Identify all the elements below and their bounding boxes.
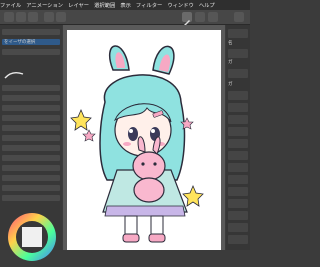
menu-file[interactable]: ファイル [0,1,21,9]
layer-row-12[interactable] [228,235,248,244]
right-row-2[interactable] [228,69,248,78]
layer-row-0[interactable] [228,91,248,100]
menu-animation[interactable]: アニメーション [26,1,63,9]
new-button[interactable] [4,12,14,22]
left-row-11[interactable] [2,165,60,171]
brush-preview [4,65,24,79]
menu-bar: ファイル アニメーション レイヤー 選択範囲 表示 フィルター ウィンドウ ヘル… [0,0,250,10]
left-row-8[interactable] [2,135,60,141]
right-panel: 名 ガ ガ [226,25,250,250]
layer-row-6[interactable] [228,163,248,172]
menu-help[interactable]: ヘルプ [199,1,215,9]
left-row-0[interactable] [2,29,60,35]
left-row-9[interactable] [2,145,60,151]
open-button[interactable] [16,12,26,22]
layer-row-7[interactable] [228,175,248,184]
layer-row-1[interactable] [228,103,248,112]
right-label-2: ガ [228,82,233,87]
left-row-2[interactable] [2,49,60,55]
color-wheel[interactable] [6,211,58,263]
canvas-area[interactable] [63,25,225,250]
menu-view[interactable]: 表示 [120,1,131,9]
left-row-13[interactable] [2,185,60,191]
right-label-0: 名 [228,41,233,46]
drawing-canvas[interactable] [67,30,221,250]
menu-filter[interactable]: フィルター [136,1,162,9]
pen-tool-icon[interactable] [182,12,192,26]
save-button[interactable] [28,12,38,22]
layer-row-9[interactable] [228,199,248,208]
menu-layer[interactable]: レイヤー [68,1,89,9]
layer-row-2[interactable] [228,115,248,124]
left-row-10[interactable] [2,155,60,161]
right-row-0[interactable] [228,29,248,38]
layer-row-5[interactable] [228,151,248,160]
menu-selection[interactable]: 選択範囲 [94,1,115,9]
fill-tool-icon[interactable] [208,12,218,22]
left-row-6[interactable] [2,115,60,121]
left-row-4[interactable] [2,95,60,101]
eraser-tool-icon[interactable] [195,12,205,22]
left-row-3[interactable] [2,85,60,91]
undo-button[interactable] [44,12,54,22]
left-row-12[interactable] [2,175,60,181]
menu-window[interactable]: ウィンドウ [167,1,194,9]
layer-row-8[interactable] [228,187,248,196]
left-row-5[interactable] [2,105,60,111]
selected-option[interactable]: をイーザの選択 [2,39,60,45]
layer-row-4[interactable] [228,139,248,148]
right-row-1[interactable] [228,49,248,58]
right-label-1: ガ [228,60,233,65]
redo-button[interactable] [56,12,66,22]
layer-row-11[interactable] [228,223,248,232]
command-bar [0,10,250,26]
left-row-7[interactable] [2,125,60,131]
layer-row-10[interactable] [228,211,248,220]
left-row-14[interactable] [2,195,60,201]
settings-icon[interactable] [234,12,244,22]
tool-property-panel: をイーザの選択 [0,25,62,261]
layer-row-3[interactable] [228,127,248,136]
bunny-girl-illustration [70,45,204,243]
